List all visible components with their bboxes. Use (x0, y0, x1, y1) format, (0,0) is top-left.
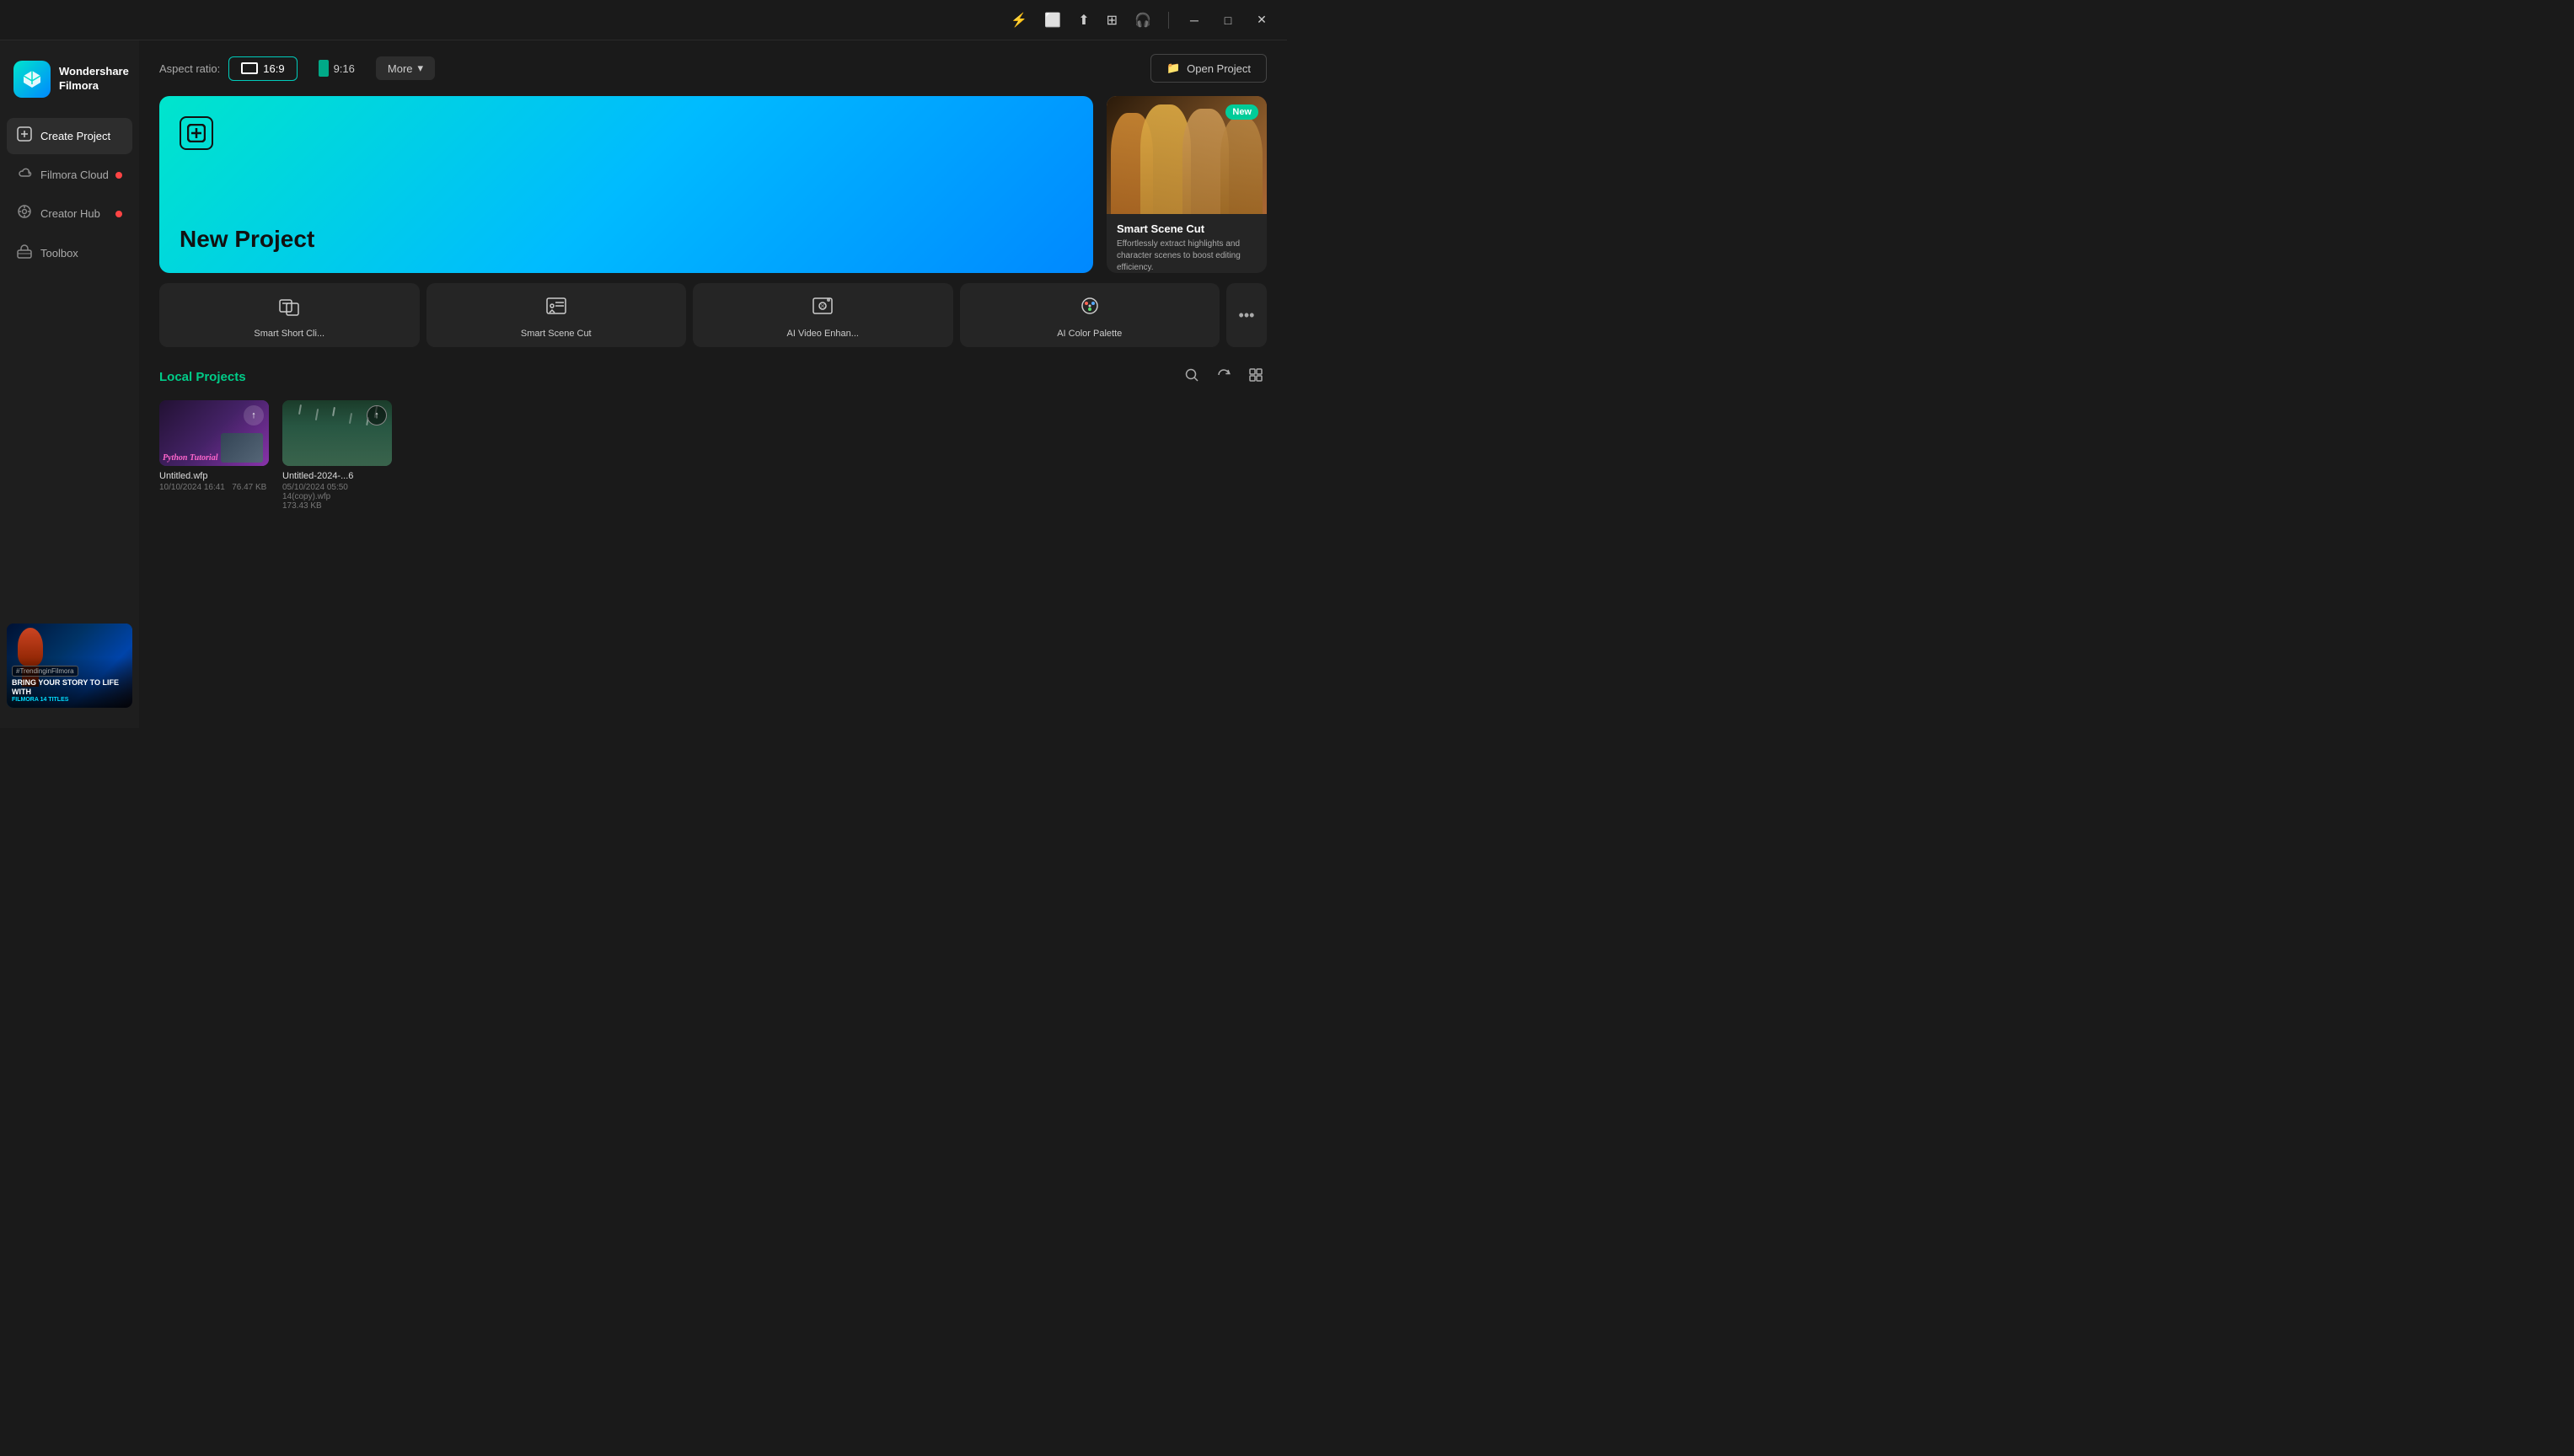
content-area: Aspect ratio: 16:9 9:16 More ▾ 📁 Open Pr… (139, 40, 1287, 728)
feature-card-title: Smart Scene Cut (1117, 222, 1257, 235)
cloud-icon (17, 166, 32, 184)
aspect-9-16-button[interactable]: 9:16 (306, 54, 367, 83)
more-quicktools-button[interactable]: ••• (1226, 283, 1267, 347)
close-button[interactable]: ✕ (1250, 8, 1274, 32)
app-name-text: Wondershare Filmora (59, 65, 129, 94)
smart-scene-cut-label: Smart Scene Cut (521, 329, 592, 339)
refresh-icon[interactable] (1213, 364, 1235, 390)
sidebar-promo[interactable]: #TrendinginFilmora BRING YOUR STORY TO L… (0, 617, 139, 715)
feature-card-desc: Effortlessly extract highlights and char… (1117, 238, 1257, 273)
project-card-2[interactable]: ↑ Untitled-2024-...6 05/10/2024 05:50 14… (282, 400, 392, 511)
app-logo: Wondershare Filmora (0, 54, 139, 118)
top-bar: Aspect ratio: 16:9 9:16 More ▾ 📁 Open Pr… (139, 40, 1287, 96)
notification-dot (115, 211, 122, 217)
project-thumb-1: Python Tutorial ↑ (159, 400, 269, 466)
project-card-1[interactable]: Python Tutorial ↑ Untitled.wfp 10/10/202… (159, 400, 269, 511)
toolbox-icon (17, 244, 32, 263)
sidebar-item-create-project[interactable]: Create Project (7, 118, 132, 154)
promo-tag: #TrendinginFilmora (12, 666, 78, 677)
search-icon[interactable] (1181, 364, 1203, 390)
upload-icon[interactable]: ↑ (244, 405, 264, 426)
project-name-1: Untitled.wfp (159, 471, 269, 481)
local-projects-header: Local Projects (139, 357, 1287, 400)
promo-title-line2: FILMORA 14 TITLES (12, 697, 127, 703)
feature-card-content: Smart Scene Cut Effortlessly extract hig… (1107, 214, 1267, 273)
aspect-ratio-bar: Aspect ratio: 16:9 9:16 More ▾ (159, 54, 435, 83)
header-actions (1181, 364, 1267, 390)
local-projects-title: Local Projects (159, 370, 246, 384)
new-project-icon (180, 116, 213, 150)
smart-short-clip-icon (278, 295, 300, 322)
sidebar-item-filmora-cloud[interactable]: Filmora Cloud (7, 158, 132, 192)
upload-icon[interactable]: ⬆ (1075, 8, 1092, 32)
more-aspect-button[interactable]: More ▾ (376, 56, 435, 80)
minimize-button[interactable]: ─ (1182, 8, 1206, 32)
aspect-16-9-button[interactable]: 16:9 (228, 56, 297, 81)
aspect-ratio-label: Aspect ratio: (159, 62, 220, 75)
upload-icon-2[interactable]: ↑ (367, 405, 387, 426)
chevron-down-icon: ▾ (418, 62, 424, 75)
new-project-title: New Project (180, 226, 1073, 253)
create-project-icon (17, 126, 32, 146)
sidebar-item-creator-hub[interactable]: Creator Hub (7, 195, 132, 232)
ai-color-palette-button[interactable]: AI Color Palette (960, 283, 1220, 347)
wide-icon (241, 62, 258, 74)
project-grid: Python Tutorial ↑ Untitled.wfp 10/10/202… (139, 400, 1287, 511)
headphone-icon[interactable]: 🎧 (1131, 8, 1155, 32)
caption-icon[interactable]: ⬜ (1041, 8, 1064, 32)
smart-short-clip-label: Smart Short Cli... (254, 329, 324, 339)
tall-icon (319, 60, 329, 77)
title-bar: ⚡ ⬜ ⬆ ⊞ 🎧 ─ □ ✕ (0, 0, 1287, 40)
promo-thumbnail: #TrendinginFilmora BRING YOUR STORY TO L… (7, 624, 132, 708)
sidebar-item-toolbox[interactable]: Toolbox (7, 235, 132, 271)
main-layout: Wondershare Filmora Create Project (0, 40, 1287, 728)
feature-card[interactable]: New Smart Scene Cut Effortlessly extract… (1107, 96, 1267, 273)
project-meta-2: 05/10/2024 05:50 14(copy).wfp (282, 483, 392, 501)
feature-card-image: New (1107, 96, 1267, 214)
smart-scene-cut-icon (545, 295, 567, 322)
creator-hub-icon (17, 204, 32, 223)
promo-title-line1: BRING YOUR STORY TO LIFE WITH (12, 678, 127, 697)
ai-video-enhance-button[interactable]: AI Video Enhan... (693, 283, 953, 347)
notification-dot (115, 172, 122, 179)
grid-icon[interactable]: ⊞ (1103, 8, 1121, 32)
sidebar-item-label: Filmora Cloud (40, 169, 109, 181)
ai-video-enhance-label: AI Video Enhan... (787, 329, 859, 339)
quicktools-row: Smart Short Cli... Smart Scene Cut (139, 273, 1287, 357)
send-icon[interactable]: ⚡ (1007, 8, 1031, 32)
sidebar-item-label: Creator Hub (40, 207, 100, 220)
new-project-card[interactable]: New Project (159, 96, 1093, 273)
project-size-2: 173.43 KB (282, 501, 392, 511)
ai-video-enhance-icon (812, 295, 834, 322)
project-name-2: Untitled-2024-...6 (282, 471, 392, 481)
sidebar-item-label: Create Project (40, 130, 110, 142)
sidebar-nav: Create Project Filmora Cloud (0, 118, 139, 271)
view-toggle-icon[interactable] (1245, 364, 1267, 390)
python-thumb-overlay: Python Tutorial (159, 430, 269, 466)
folder-icon: 📁 (1166, 62, 1180, 75)
sidebar: Wondershare Filmora Create Project (0, 40, 139, 728)
cards-area: New Project New Smart Scene Cut E (139, 96, 1287, 273)
more-dots-icon: ••• (1239, 307, 1255, 324)
sidebar-item-label: Toolbox (40, 247, 78, 260)
open-project-button[interactable]: 📁 Open Project (1150, 54, 1267, 83)
promo-overlay: #TrendinginFilmora BRING YOUR STORY TO L… (7, 657, 132, 708)
new-badge: New (1225, 104, 1258, 120)
ai-color-palette-label: AI Color Palette (1057, 329, 1122, 339)
logo-icon (13, 61, 51, 98)
divider (1168, 12, 1169, 29)
project-thumb-2: ↑ (282, 400, 392, 466)
smart-scene-cut-button[interactable]: Smart Scene Cut (426, 283, 687, 347)
ai-color-palette-icon (1079, 295, 1101, 322)
project-meta-1: 10/10/2024 16:41 76.47 KB (159, 483, 269, 492)
smart-short-clip-button[interactable]: Smart Short Cli... (159, 283, 420, 347)
maximize-button[interactable]: □ (1216, 8, 1240, 32)
